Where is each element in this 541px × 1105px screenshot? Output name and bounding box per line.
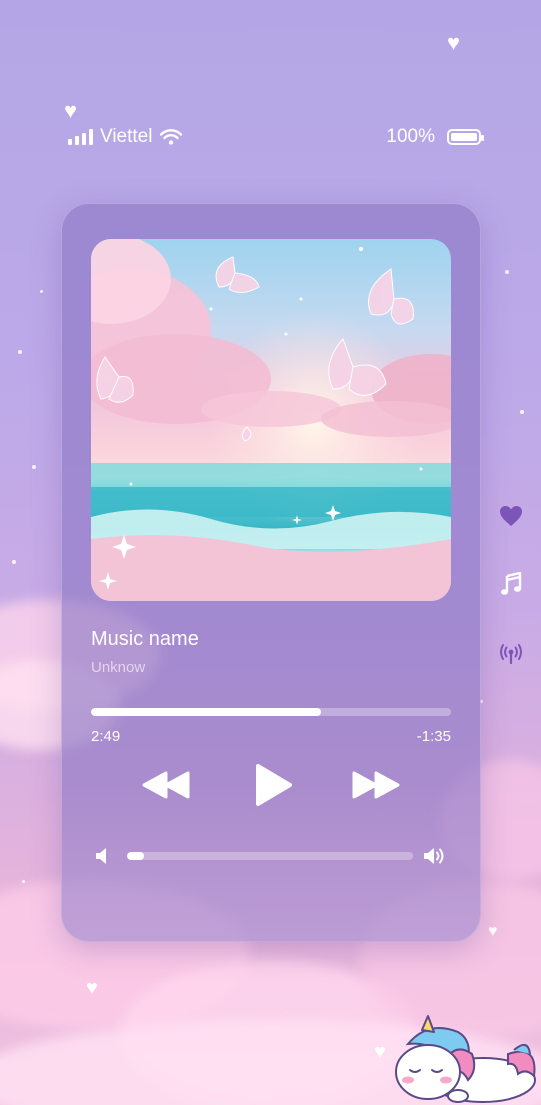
play-button[interactable]: [250, 760, 296, 810]
playback-progress-bar[interactable]: [91, 708, 451, 716]
fast-forward-button[interactable]: [348, 760, 402, 810]
music-button[interactable]: [497, 570, 525, 598]
battery-icon: [447, 129, 484, 145]
fast-forward-icon: [352, 771, 400, 799]
favorite-button[interactable]: [497, 502, 525, 530]
time-elapsed: 2:49: [91, 728, 121, 745]
sparkle: [18, 350, 22, 354]
sparkle: [12, 560, 16, 564]
rewind-button[interactable]: [140, 760, 194, 810]
volume-slider-fill: [127, 852, 145, 860]
broadcast-button[interactable]: [497, 640, 525, 668]
sleeping-unicorn-mascot: [388, 1014, 538, 1104]
wifi-icon: [160, 129, 183, 145]
album-art: [91, 239, 451, 601]
track-title: Music name: [91, 628, 199, 650]
music-note-icon: [501, 572, 522, 595]
sparkle: [520, 410, 524, 414]
battery-percent: 100%: [386, 126, 435, 147]
sparkle: [32, 465, 36, 469]
sparkle: [40, 290, 43, 293]
decorative-heart-icon: ♥: [447, 30, 461, 55]
cellular-signal-icon: [68, 129, 93, 145]
decorative-heart-icon: ♥: [488, 923, 498, 940]
sparkle: [22, 880, 25, 883]
volume-slider[interactable]: [127, 852, 413, 860]
playback-progress-fill: [91, 708, 322, 716]
rewind-icon: [142, 771, 190, 799]
decorative-heart-icon: ♥: [86, 977, 98, 999]
track-artist: Unknow: [91, 659, 146, 676]
volume-control: [95, 845, 447, 867]
time-remaining: -1:35: [416, 728, 451, 745]
volume-high-icon: [423, 847, 447, 870]
broadcast-icon: [500, 644, 522, 665]
sparkle: [505, 270, 509, 274]
play-icon: [256, 764, 292, 806]
carrier-name: Viettel: [100, 126, 153, 147]
decorative-heart-icon: ♥: [64, 98, 78, 123]
status-bar: Viettel 100%: [68, 124, 484, 150]
decorative-heart-icon: ♥: [374, 1041, 386, 1063]
lock-screen: ♥ ♥ ♥ ♥ ♥ Viettel 100% Music name Unknow…: [0, 0, 541, 1105]
playback-controls: [62, 760, 480, 810]
battery-level: [451, 133, 477, 141]
music-player-card: Music name Unknow 2:49 -1:35: [61, 203, 481, 942]
volume-low-icon: [95, 847, 109, 870]
heart-icon: [500, 506, 522, 526]
